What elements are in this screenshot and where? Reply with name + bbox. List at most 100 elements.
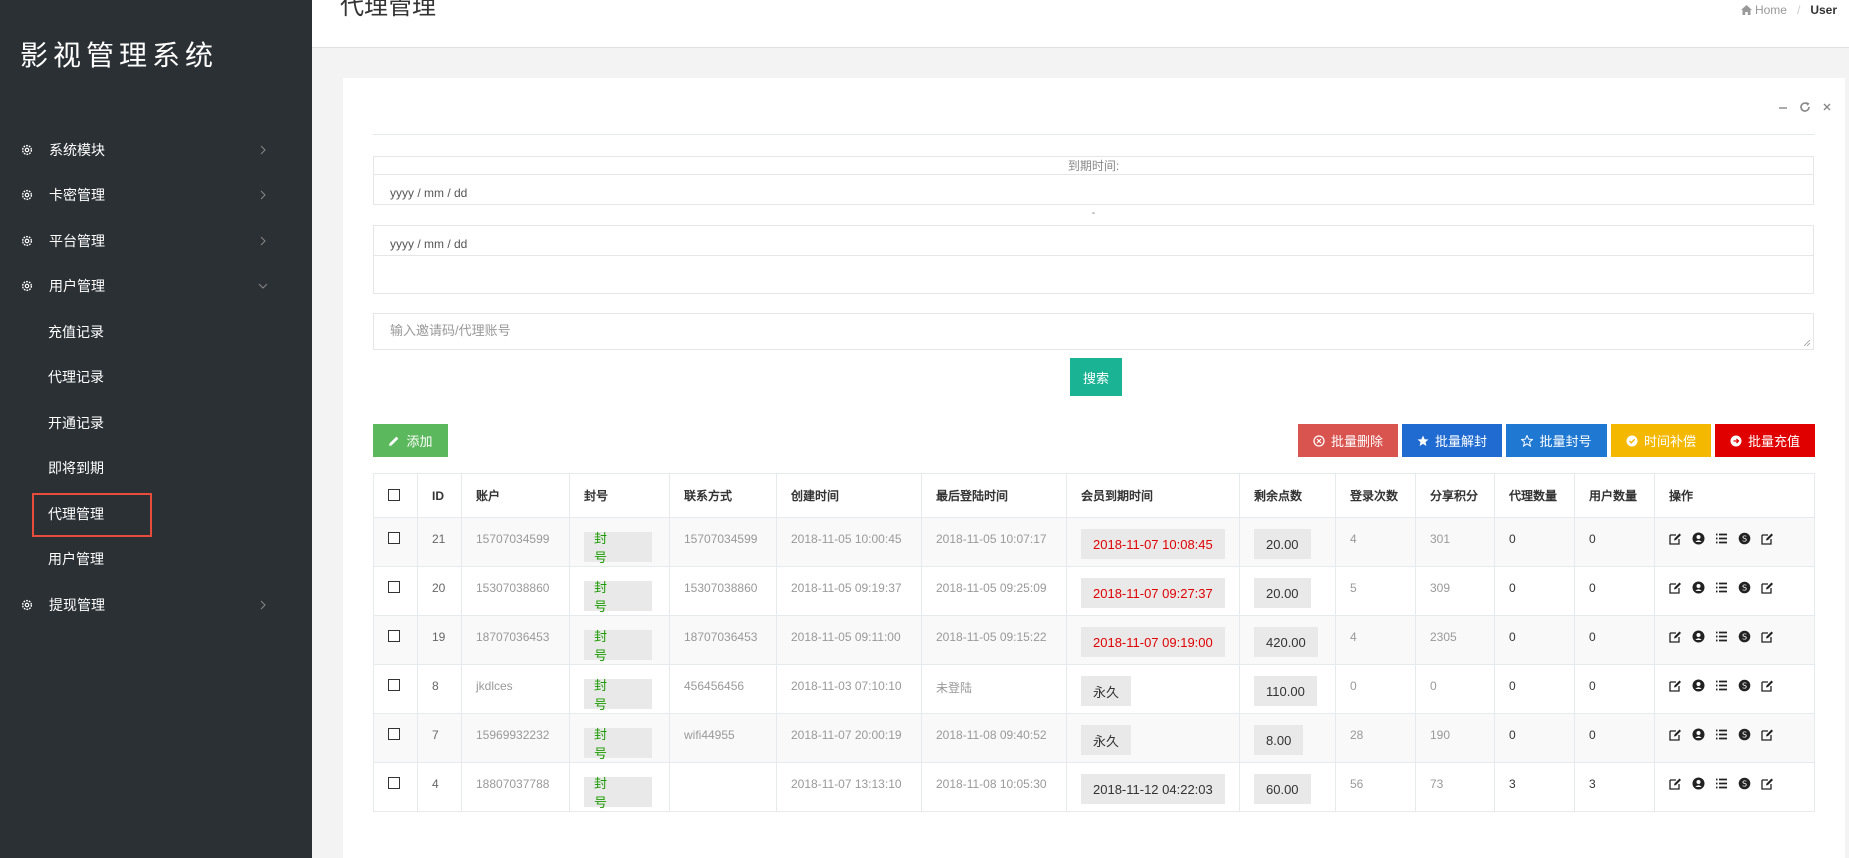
cell-points: 420.00 xyxy=(1239,615,1336,665)
refresh-button[interactable] xyxy=(1799,100,1811,114)
row-select-cell[interactable] xyxy=(373,566,418,616)
skype-icon[interactable]: S xyxy=(1738,532,1751,545)
row-checkbox[interactable] xyxy=(388,777,400,789)
column-header: 最后登陆时间 xyxy=(921,473,1067,518)
user-icon[interactable] xyxy=(1692,532,1705,545)
add-button[interactable]: 添加 xyxy=(373,424,448,457)
collapse-button[interactable] xyxy=(1777,100,1789,114)
sidebar-subitem-user-management[interactable]: 用户管理 xyxy=(0,537,312,583)
date-end-input[interactable]: yyyy / mm / dd xyxy=(373,225,1814,256)
gear-icon xyxy=(21,599,33,610)
list-icon[interactable] xyxy=(1715,630,1728,643)
star-outline-icon xyxy=(1521,434,1534,447)
list-icon[interactable] xyxy=(1715,679,1728,692)
row-actions: S xyxy=(1669,630,1800,643)
user-icon[interactable] xyxy=(1692,777,1705,790)
row-select-cell[interactable] xyxy=(373,664,418,714)
time-compensate-label: 时间补偿 xyxy=(1643,434,1696,449)
column-header: 创建时间 xyxy=(776,473,922,518)
search-button[interactable]: 搜索 xyxy=(1070,358,1122,396)
points-badge: 20.00 xyxy=(1254,578,1311,608)
batch-unban-button[interactable]: 批量解封 xyxy=(1402,424,1502,457)
row-select-cell[interactable] xyxy=(373,762,418,812)
select-all-checkbox[interactable] xyxy=(388,489,400,501)
svg-text:S: S xyxy=(1742,780,1747,789)
ban-button[interactable]: 封 号 xyxy=(584,531,652,565)
cell-logins: 56 xyxy=(1335,762,1416,812)
batch-ban-button[interactable]: 批量封号 xyxy=(1506,424,1607,457)
sidebar-subitem-agent-management[interactable]: 代理管理 xyxy=(0,491,312,537)
breadcrumb-home[interactable]: Home xyxy=(1740,3,1787,17)
user-icon[interactable] xyxy=(1692,630,1705,643)
row-checkbox[interactable] xyxy=(388,532,400,544)
skype-icon[interactable]: S xyxy=(1738,777,1751,790)
close-button[interactable] xyxy=(1821,100,1833,114)
edit-icon[interactable] xyxy=(1761,777,1774,790)
resize-handle-icon[interactable] xyxy=(1803,339,1811,347)
list-icon[interactable] xyxy=(1715,777,1728,790)
cell-logins: 0 xyxy=(1335,664,1416,714)
sidebar-subitem-recharge-records[interactable]: 充值记录 xyxy=(0,309,312,355)
skype-icon[interactable]: S xyxy=(1738,679,1751,692)
edit-icon[interactable] xyxy=(1669,581,1682,594)
batch-delete-button[interactable]: 批量删除 xyxy=(1298,424,1398,457)
skype-icon[interactable]: S xyxy=(1738,630,1751,643)
list-icon[interactable] xyxy=(1715,581,1728,594)
table-row: 20 15307038860 封 号 15307038860 2018-11-0… xyxy=(373,566,1815,616)
edit-icon[interactable] xyxy=(1761,728,1774,741)
select-all-cell[interactable] xyxy=(373,473,418,518)
list-icon[interactable] xyxy=(1715,728,1728,741)
ban-button[interactable]: 封 号 xyxy=(584,580,652,614)
search-input[interactable]: 输入邀请码/代理账号 xyxy=(373,313,1814,350)
batch-recharge-button[interactable]: 批量充值 xyxy=(1715,424,1815,457)
row-select-cell[interactable] xyxy=(373,713,418,763)
sidebar-subitem-agent-records[interactable]: 代理记录 xyxy=(0,355,312,401)
row-select-cell[interactable] xyxy=(373,615,418,665)
cell-id: 8 xyxy=(417,664,462,714)
sidebar-item-cards[interactable]: 卡密管理 xyxy=(0,173,312,219)
row-select-cell[interactable] xyxy=(373,517,418,567)
sidebar-item-users[interactable]: 用户管理 xyxy=(0,264,312,310)
cell-ban: 封 号 xyxy=(569,615,670,665)
points-badge: 420.00 xyxy=(1254,627,1318,657)
edit-icon[interactable] xyxy=(1761,679,1774,692)
user-icon[interactable] xyxy=(1692,679,1705,692)
cell-contact: 456456456 xyxy=(669,664,777,714)
home-icon xyxy=(1740,5,1752,15)
row-checkbox[interactable] xyxy=(388,679,400,691)
ban-button[interactable]: 封 号 xyxy=(584,776,652,810)
sidebar-item-platform[interactable]: 平台管理 xyxy=(0,218,312,264)
sidebar-subitem-open-records[interactable]: 开通记录 xyxy=(0,400,312,446)
cell-id: 21 xyxy=(417,517,462,567)
edit-icon[interactable] xyxy=(1761,532,1774,545)
user-icon[interactable] xyxy=(1692,728,1705,741)
cell-last-login: 2018-11-05 09:25:09 xyxy=(921,566,1067,616)
cell-points: 20.00 xyxy=(1239,566,1336,616)
ban-button[interactable]: 封 号 xyxy=(584,678,652,712)
edit-icon[interactable] xyxy=(1669,679,1682,692)
edit-icon[interactable] xyxy=(1669,728,1682,741)
chevron-right-icon xyxy=(260,236,266,246)
edit-icon[interactable] xyxy=(1669,532,1682,545)
edit-icon[interactable] xyxy=(1761,581,1774,594)
user-icon[interactable] xyxy=(1692,581,1705,594)
ban-button[interactable]: 封 号 xyxy=(584,629,652,663)
cell-account: 15707034599 xyxy=(461,517,570,567)
skype-icon[interactable]: S xyxy=(1738,728,1751,741)
svg-text:S: S xyxy=(1742,535,1747,544)
row-checkbox[interactable] xyxy=(388,728,400,740)
date-start-input[interactable]: yyyy / mm / dd xyxy=(373,174,1814,205)
sidebar-item-withdraw[interactable]: 提现管理 xyxy=(0,582,312,628)
list-icon[interactable] xyxy=(1715,532,1728,545)
sidebar-item-system[interactable]: 系统模块 xyxy=(0,127,312,173)
ban-button[interactable]: 封 号 xyxy=(584,727,652,761)
edit-icon[interactable] xyxy=(1669,630,1682,643)
cell-account: 15307038860 xyxy=(461,566,570,616)
skype-icon[interactable]: S xyxy=(1738,581,1751,594)
edit-icon[interactable] xyxy=(1669,777,1682,790)
time-compensate-button[interactable]: 时间补偿 xyxy=(1611,424,1711,457)
row-checkbox[interactable] xyxy=(388,581,400,593)
sidebar-subitem-expiring[interactable]: 即将到期 xyxy=(0,446,312,492)
row-checkbox[interactable] xyxy=(388,630,400,642)
edit-icon[interactable] xyxy=(1761,630,1774,643)
